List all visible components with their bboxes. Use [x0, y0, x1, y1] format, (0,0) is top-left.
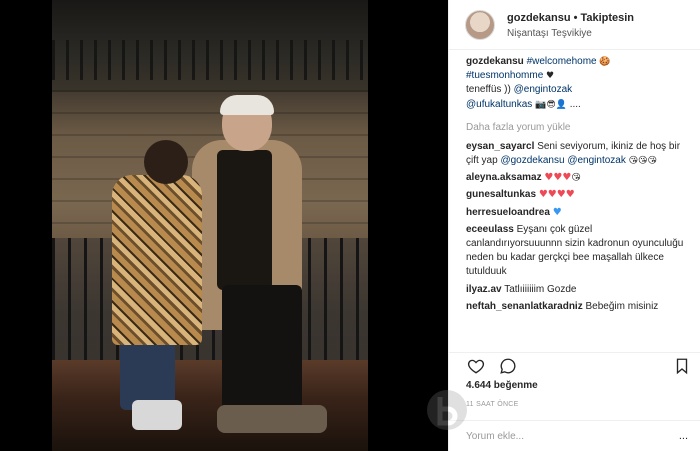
caption-mention-1[interactable]: @engintozak [514, 84, 573, 95]
post-side-panel: gozdekansu • Takiptesin Nişantaşı Teşvikiy… [448, 0, 700, 451]
person-emoji-icon: 👤 [555, 99, 567, 110]
comment-mention-2[interactable]: @engintozak [567, 155, 626, 166]
avatar[interactable] [465, 9, 495, 40]
black-heart-emoji-icon: ♥ [546, 71, 555, 82]
caption-hashtag-2[interactable]: #tuesmonhomme [466, 70, 543, 81]
photo-person-right-legs [222, 285, 302, 410]
likes-count[interactable]: 4.644 beğenme [466, 380, 538, 391]
kiss-emoji-icon: 😘 [647, 156, 657, 167]
photo-person-right-sweater [217, 150, 272, 290]
photo-person-right-shoes [217, 405, 327, 433]
caption-trail: .... [569, 98, 581, 110]
comment-username[interactable]: neftah_senanlatkaradniz [466, 301, 583, 312]
red-hearts-emoji-icon: ♥♥♥ [544, 172, 572, 184]
kiss-emoji-icon: 😘 [571, 173, 581, 184]
comment: eceeulass Eyşanı çok güzel canlandırıyor… [466, 223, 685, 280]
camera-emoji-icon: 📷 [535, 99, 547, 110]
post-username[interactable]: gozdekansu [507, 12, 571, 24]
post-header: gozdekansu • Takiptesin Nişantaşı Teşvikiy… [449, 0, 700, 50]
instagram-post-screenshot: gozdekansu • Takiptesin Nişantaşı Teşvikiy… [0, 0, 700, 451]
comment-username[interactable]: eceeulass [466, 224, 514, 235]
load-more-comments-link[interactable]: Daha fazla yorum yükle [466, 122, 685, 133]
comment-username[interactable]: herresueloandrea [466, 207, 550, 218]
red-hearts-emoji-icon: ♥♥♥♥ [538, 189, 575, 201]
caption-hashtag[interactable]: #welcomehome [527, 56, 597, 67]
post-location[interactable]: Nişantaşı Teşvikiye [507, 26, 634, 41]
kiss-emoji-icon: 😘 [638, 156, 648, 167]
photo-person-left-coat [112, 175, 202, 345]
caption-text: teneffüs )) [466, 84, 514, 96]
post-header-text: gozdekansu • Takiptesin Nişantaşı Teşvikiy… [507, 9, 634, 41]
sunglasses-emoji-icon: 😎 [546, 99, 556, 110]
blue-heart-emoji-icon: ♥ [552, 206, 562, 218]
comment-mention-1[interactable]: @gozdekansu [500, 155, 564, 166]
comment-icon[interactable] [499, 357, 517, 375]
comment-username[interactable]: aleyna.aksamaz [466, 172, 542, 183]
comment: ilyaz.av Tatlıiiiiiim Gozde [466, 283, 685, 297]
add-comment-input[interactable] [466, 430, 666, 442]
kiss-emoji-icon: 😘 [628, 156, 639, 167]
heart-icon[interactable] [467, 357, 485, 375]
comment-username[interactable]: gunesaltunkas [466, 189, 536, 200]
add-comment-bar [449, 420, 700, 451]
comment-text: Bebeğim misiniz [585, 300, 659, 312]
comment: aleyna.aksamaz ♥♥♥😘 [466, 171, 685, 185]
caption-mention-2[interactable]: @ufukaltunkas [466, 99, 532, 110]
comment-text: Tatlıiiiiiim Gozde [504, 283, 577, 295]
cookie-emoji-icon: 🍪 [599, 57, 611, 67]
comment: neftah_senanlatkaradniz Bebeğim misiniz [466, 300, 685, 314]
post-actions-bar [449, 352, 700, 376]
photo-person-left-head [144, 140, 188, 184]
comment: eysan_sayarcl Seni seviyorum, ikiniz de … [466, 140, 685, 168]
watermark-logo-icon [427, 390, 467, 430]
comment-username[interactable]: ilyaz.av [466, 284, 502, 295]
photo-balcony-rail [52, 40, 368, 80]
caption: gozdekansu #welcomehome 🍪 #tuesmonhomme … [466, 55, 685, 112]
more-options-button[interactable]: ... [679, 430, 688, 442]
post-photo[interactable] [52, 0, 368, 451]
comment-username[interactable]: eysan_sayarcl [466, 141, 534, 152]
comments-list[interactable]: gozdekansu #welcomehome 🍪 #tuesmonhomme … [449, 55, 700, 352]
comment: gunesaltunkas ♥♥♥♥ [466, 188, 685, 202]
bookmark-icon[interactable] [673, 357, 691, 375]
post-timestamp: 11 SAAT ÖNCE [466, 401, 519, 408]
header-separator: • [573, 11, 578, 24]
follow-status-button[interactable]: Takiptesin [580, 12, 634, 24]
photo-person-right-hair [220, 95, 274, 115]
caption-username[interactable]: gozdekansu [466, 56, 524, 67]
photo-person-left-shoes [132, 400, 182, 430]
comment: herresueloandrea ♥ [466, 206, 685, 220]
